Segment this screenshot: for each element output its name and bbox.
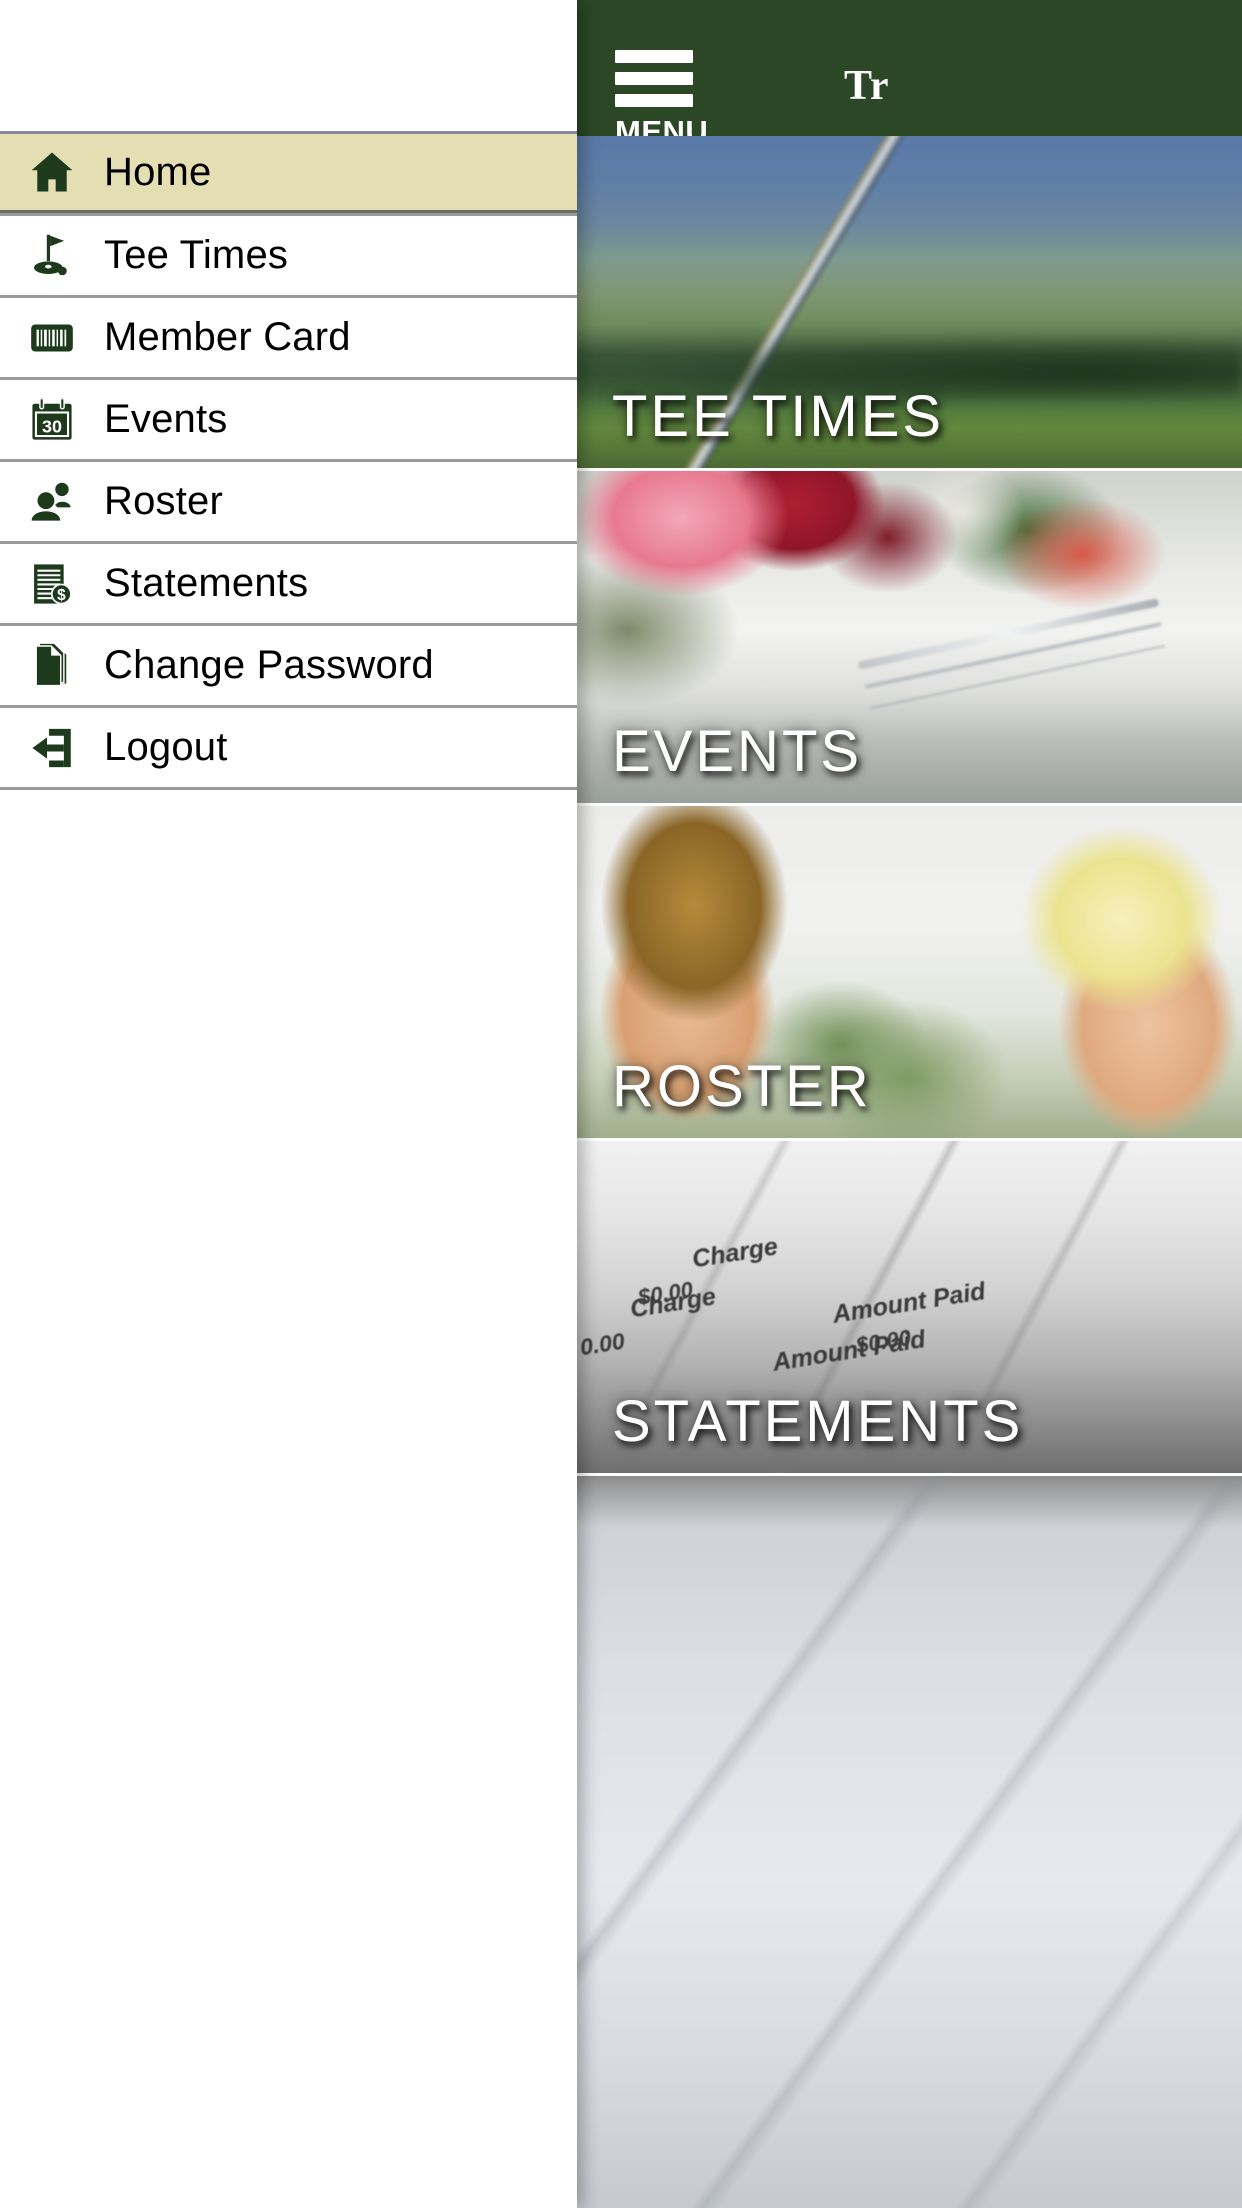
svg-text:30: 30 (42, 416, 62, 436)
sidebar-item-label: Member Card (104, 315, 351, 359)
document-dollar-icon: $ (0, 559, 104, 609)
golf-flag-icon (0, 230, 104, 282)
hamburger-menu-icon (615, 94, 693, 107)
sidebar-item-logout[interactable]: Logout (0, 705, 577, 787)
barcode-icon (0, 313, 104, 363)
sidebar-item-label: Events (104, 397, 228, 441)
drawer-bottom-divider (0, 787, 577, 791)
statement-text-amount-paid: Amount Paid (830, 1277, 988, 1329)
tile-events[interactable]: EVENTS (574, 471, 1242, 806)
tile-label-tee-times: TEE TIMES (612, 384, 945, 449)
next-tile-photo (574, 1476, 1242, 2208)
hamburger-menu-icon (615, 72, 693, 85)
tile-label-statements: STATEMENTS (612, 1389, 1024, 1454)
svg-text:$: $ (57, 586, 66, 603)
tile-roster[interactable]: ROSTER (574, 806, 1242, 1141)
tile-label-roster: ROSTER (612, 1054, 872, 1119)
hamburger-menu-icon (615, 50, 693, 63)
sidebar-item-tee-times[interactable]: Tee Times (0, 213, 577, 295)
drawer-top-spacer (0, 0, 577, 131)
sidebar-item-statements[interactable]: $ Statements (0, 541, 577, 623)
sidebar-item-change-password[interactable]: Change Password (0, 623, 577, 705)
statement-text-charge: Charge (690, 1232, 780, 1274)
sidebar-item-home[interactable]: Home (0, 131, 577, 213)
tile-statements[interactable]: Charge 0.00 Charge $0.00 Amount Paid Amo… (574, 1141, 1242, 1476)
navigation-drawer: Home Tee Times Member Card 30 Events Ros… (0, 0, 577, 2208)
sidebar-item-label: Roster (104, 479, 224, 523)
sidebar-item-events[interactable]: 30 Events (0, 377, 577, 459)
sidebar-item-label: Logout (104, 725, 228, 769)
tile-label-events: EVENTS (612, 719, 863, 784)
sidebar-item-member-card[interactable]: Member Card (0, 295, 577, 377)
menu-button[interactable]: MENU (615, 50, 715, 136)
app-header-bar: MENU Tr (574, 0, 1242, 136)
sidebar-item-label: Home (104, 149, 212, 194)
main-content-layer: MENU Tr TEE TIMES EVENTS ROSTER Charge 0… (574, 0, 1242, 2208)
sidebar-item-label: Change Password (104, 643, 434, 687)
exit-arrow-icon (0, 723, 104, 773)
sidebar-item-roster[interactable]: Roster (0, 459, 577, 541)
tile-tee-times[interactable]: TEE TIMES (574, 136, 1242, 471)
home-icon (0, 146, 104, 198)
app-title: Tr (844, 63, 890, 109)
app-screen: MENU Tr TEE TIMES EVENTS ROSTER Charge 0… (0, 0, 1242, 2208)
sidebar-item-label: Statements (104, 561, 309, 605)
sidebar-item-label: Tee Times (104, 233, 289, 277)
calendar-icon: 30 (0, 395, 104, 445)
document-pages-icon (0, 641, 104, 691)
statement-text-amount: 0.00 (578, 1327, 627, 1361)
tile-next[interactable] (574, 1476, 1242, 2208)
people-icon (0, 476, 104, 528)
menu-button-label: MENU (615, 114, 709, 137)
